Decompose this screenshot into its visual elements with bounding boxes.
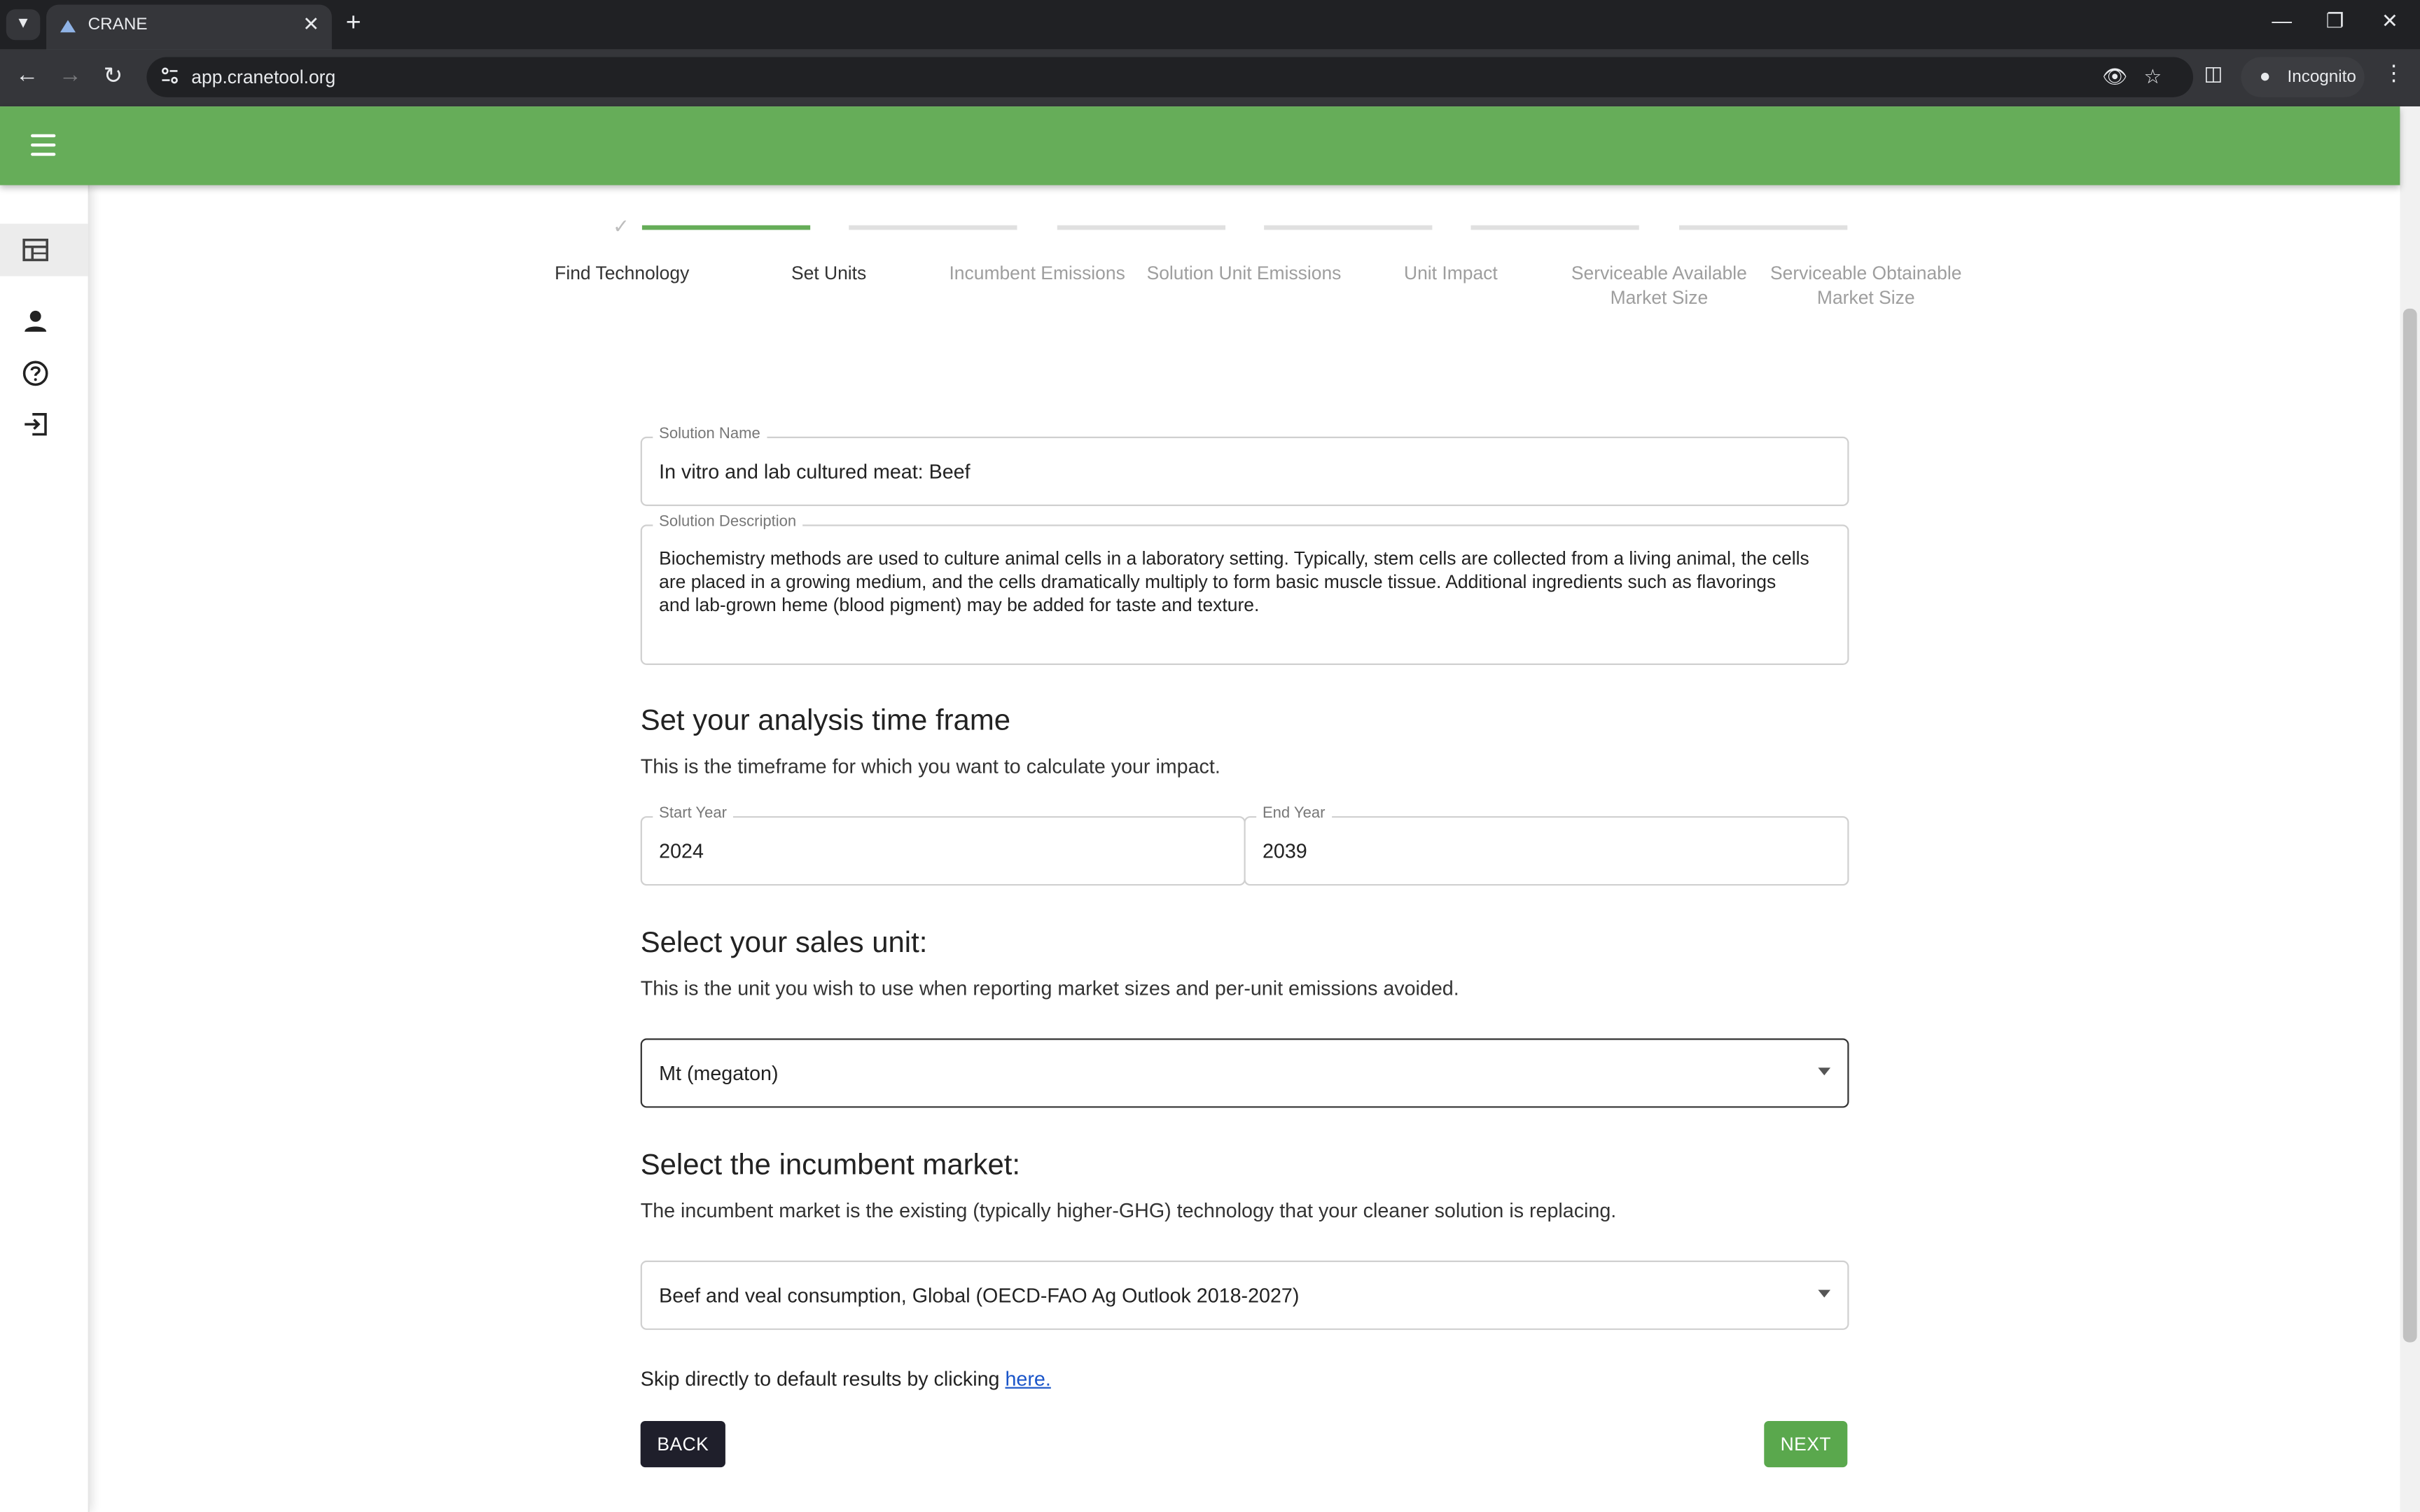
solution-name-value: In vitro and lab cultured meat: Beef [659,459,971,483]
eye-slash-icon[interactable]: 👁 [2102,65,2127,90]
step-complete-check-icon: ✓ [613,214,630,238]
skip-here-link[interactable]: here. [1005,1367,1050,1390]
browser-tab[interactable]: CRANE ✕ [46,4,332,50]
step-connector [1057,225,1226,230]
dropdown-arrow-icon [1818,1068,1831,1076]
incumbent-market-select[interactable]: Beef and veal consumption, Global (OECD-… [640,1260,1849,1330]
crane-favicon-icon [60,20,76,33]
address-bar[interactable]: app.cranetool.org 👁 ☆ [146,57,2194,97]
dropdown-arrow-icon [1818,1289,1831,1298]
sidebar-item-help[interactable] [0,347,88,400]
solution-description-value: Biochemistry methods are used to culture… [659,547,1809,616]
step-find-technology[interactable]: Find Technology [519,260,725,285]
incognito-label: Incognito [2287,67,2356,87]
step-connector [641,225,811,230]
browser-menu-icon[interactable]: ⋮ [2383,60,2405,86]
bookmark-star-icon[interactable]: ☆ [2143,65,2162,90]
incognito-icon: ● [2259,64,2271,87]
site-settings-icon[interactable] [160,66,179,85]
sidebar [0,185,90,1512]
end-year-field[interactable]: End Year 2039 [1244,805,1849,886]
incumbent-market-selected-value: Beef and veal consumption, Global (OECD-… [659,1283,1300,1307]
sidebar-item-logout[interactable] [0,398,88,451]
minimize-icon[interactable]: — [2272,9,2292,32]
side-panel-icon[interactable]: ◫ [2204,62,2223,86]
skip-to-results-text: Skip directly to default results by clic… [641,1367,1051,1390]
step-solution-unit-emissions: Solution Unit Emissions [1146,262,1342,284]
end-year-label: End Year [1256,805,1332,822]
timeframe-subtitle: This is the timeframe for which you want… [640,754,1221,778]
timeframe-heading: Set your analysis time frame [640,705,1011,738]
step-connector [1679,225,1848,230]
step-unit-impact: Unit Impact [1403,262,1498,284]
start-year-field[interactable]: Start Year 2024 [640,805,1246,886]
skip-text: Skip directly to default results by clic… [640,1366,1006,1390]
sales-unit-heading: Select your sales unit: [640,927,928,960]
close-window-icon[interactable]: ✕ [2381,9,2398,34]
solution-name-field[interactable]: Solution Name In vitro and lab cultured … [640,426,1849,506]
incumbent-market-subtitle: The incumbent market is the existing (ty… [640,1198,1617,1222]
close-tab-icon[interactable]: ✕ [302,13,319,37]
page-scrollbar-thumb[interactable] [2402,308,2417,1343]
start-year-label: Start Year [653,805,733,822]
tab-title: CRANE [88,15,148,34]
step-serviceable-available-market-size: Serviceable Available Market Size [1571,262,1747,309]
restore-icon[interactable]: ❐ [2326,9,2344,34]
help-icon [22,360,48,386]
person-icon [25,310,47,332]
reload-icon[interactable]: ↻ [104,62,123,89]
sidebar-item-account[interactable] [0,295,88,347]
tab-search-button[interactable]: ▼ [6,9,41,41]
url-text: app.cranetool.org [191,66,336,88]
step-set-units[interactable]: Set Units [725,260,932,285]
table-icon [22,238,48,262]
end-year-value: 2039 [1262,839,1307,863]
back-arrow-icon[interactable]: ← [15,62,39,88]
solution-name-label: Solution Name [653,426,767,443]
app-header [0,106,2400,186]
logout-icon [25,413,47,436]
sales-unit-selected-value: Mt (megaton) [659,1061,779,1085]
back-button[interactable]: BACK [640,1420,725,1468]
start-year-value: 2024 [659,839,704,863]
solution-description-label: Solution Description [653,513,802,531]
sidebar-item-table[interactable] [0,223,88,276]
next-button[interactable]: NEXT [1764,1420,1848,1468]
step-incumbent-emissions: Incumbent Emissions [949,262,1125,284]
sales-unit-select[interactable]: Mt (megaton) [640,1038,1849,1108]
browser-toolbar: ← → ↻ app.cranetool.org 👁 ☆ ◫ ● Incognit… [0,49,2420,107]
hamburger-menu-icon[interactable] [31,134,56,156]
step-connector [1470,225,1639,230]
step-serviceable-obtainable-market-size: Serviceable Obtainable Market Size [1769,262,1962,309]
step-connector [1264,225,1433,230]
step-connector [849,225,1017,230]
forward-arrow-icon[interactable]: → [59,62,82,88]
incognito-badge[interactable]: ● Incognito [2241,57,2365,97]
incumbent-market-heading: Select the incumbent market: [640,1149,1021,1182]
solution-description-field[interactable]: Solution Description Biochemistry method… [640,513,1849,665]
sales-unit-subtitle: This is the unit you wish to use when re… [640,976,1459,1000]
new-tab-icon[interactable]: + [346,8,361,38]
browser-tab-bar: ▼ CRANE ✕ + — ❐ ✕ [0,0,2420,50]
